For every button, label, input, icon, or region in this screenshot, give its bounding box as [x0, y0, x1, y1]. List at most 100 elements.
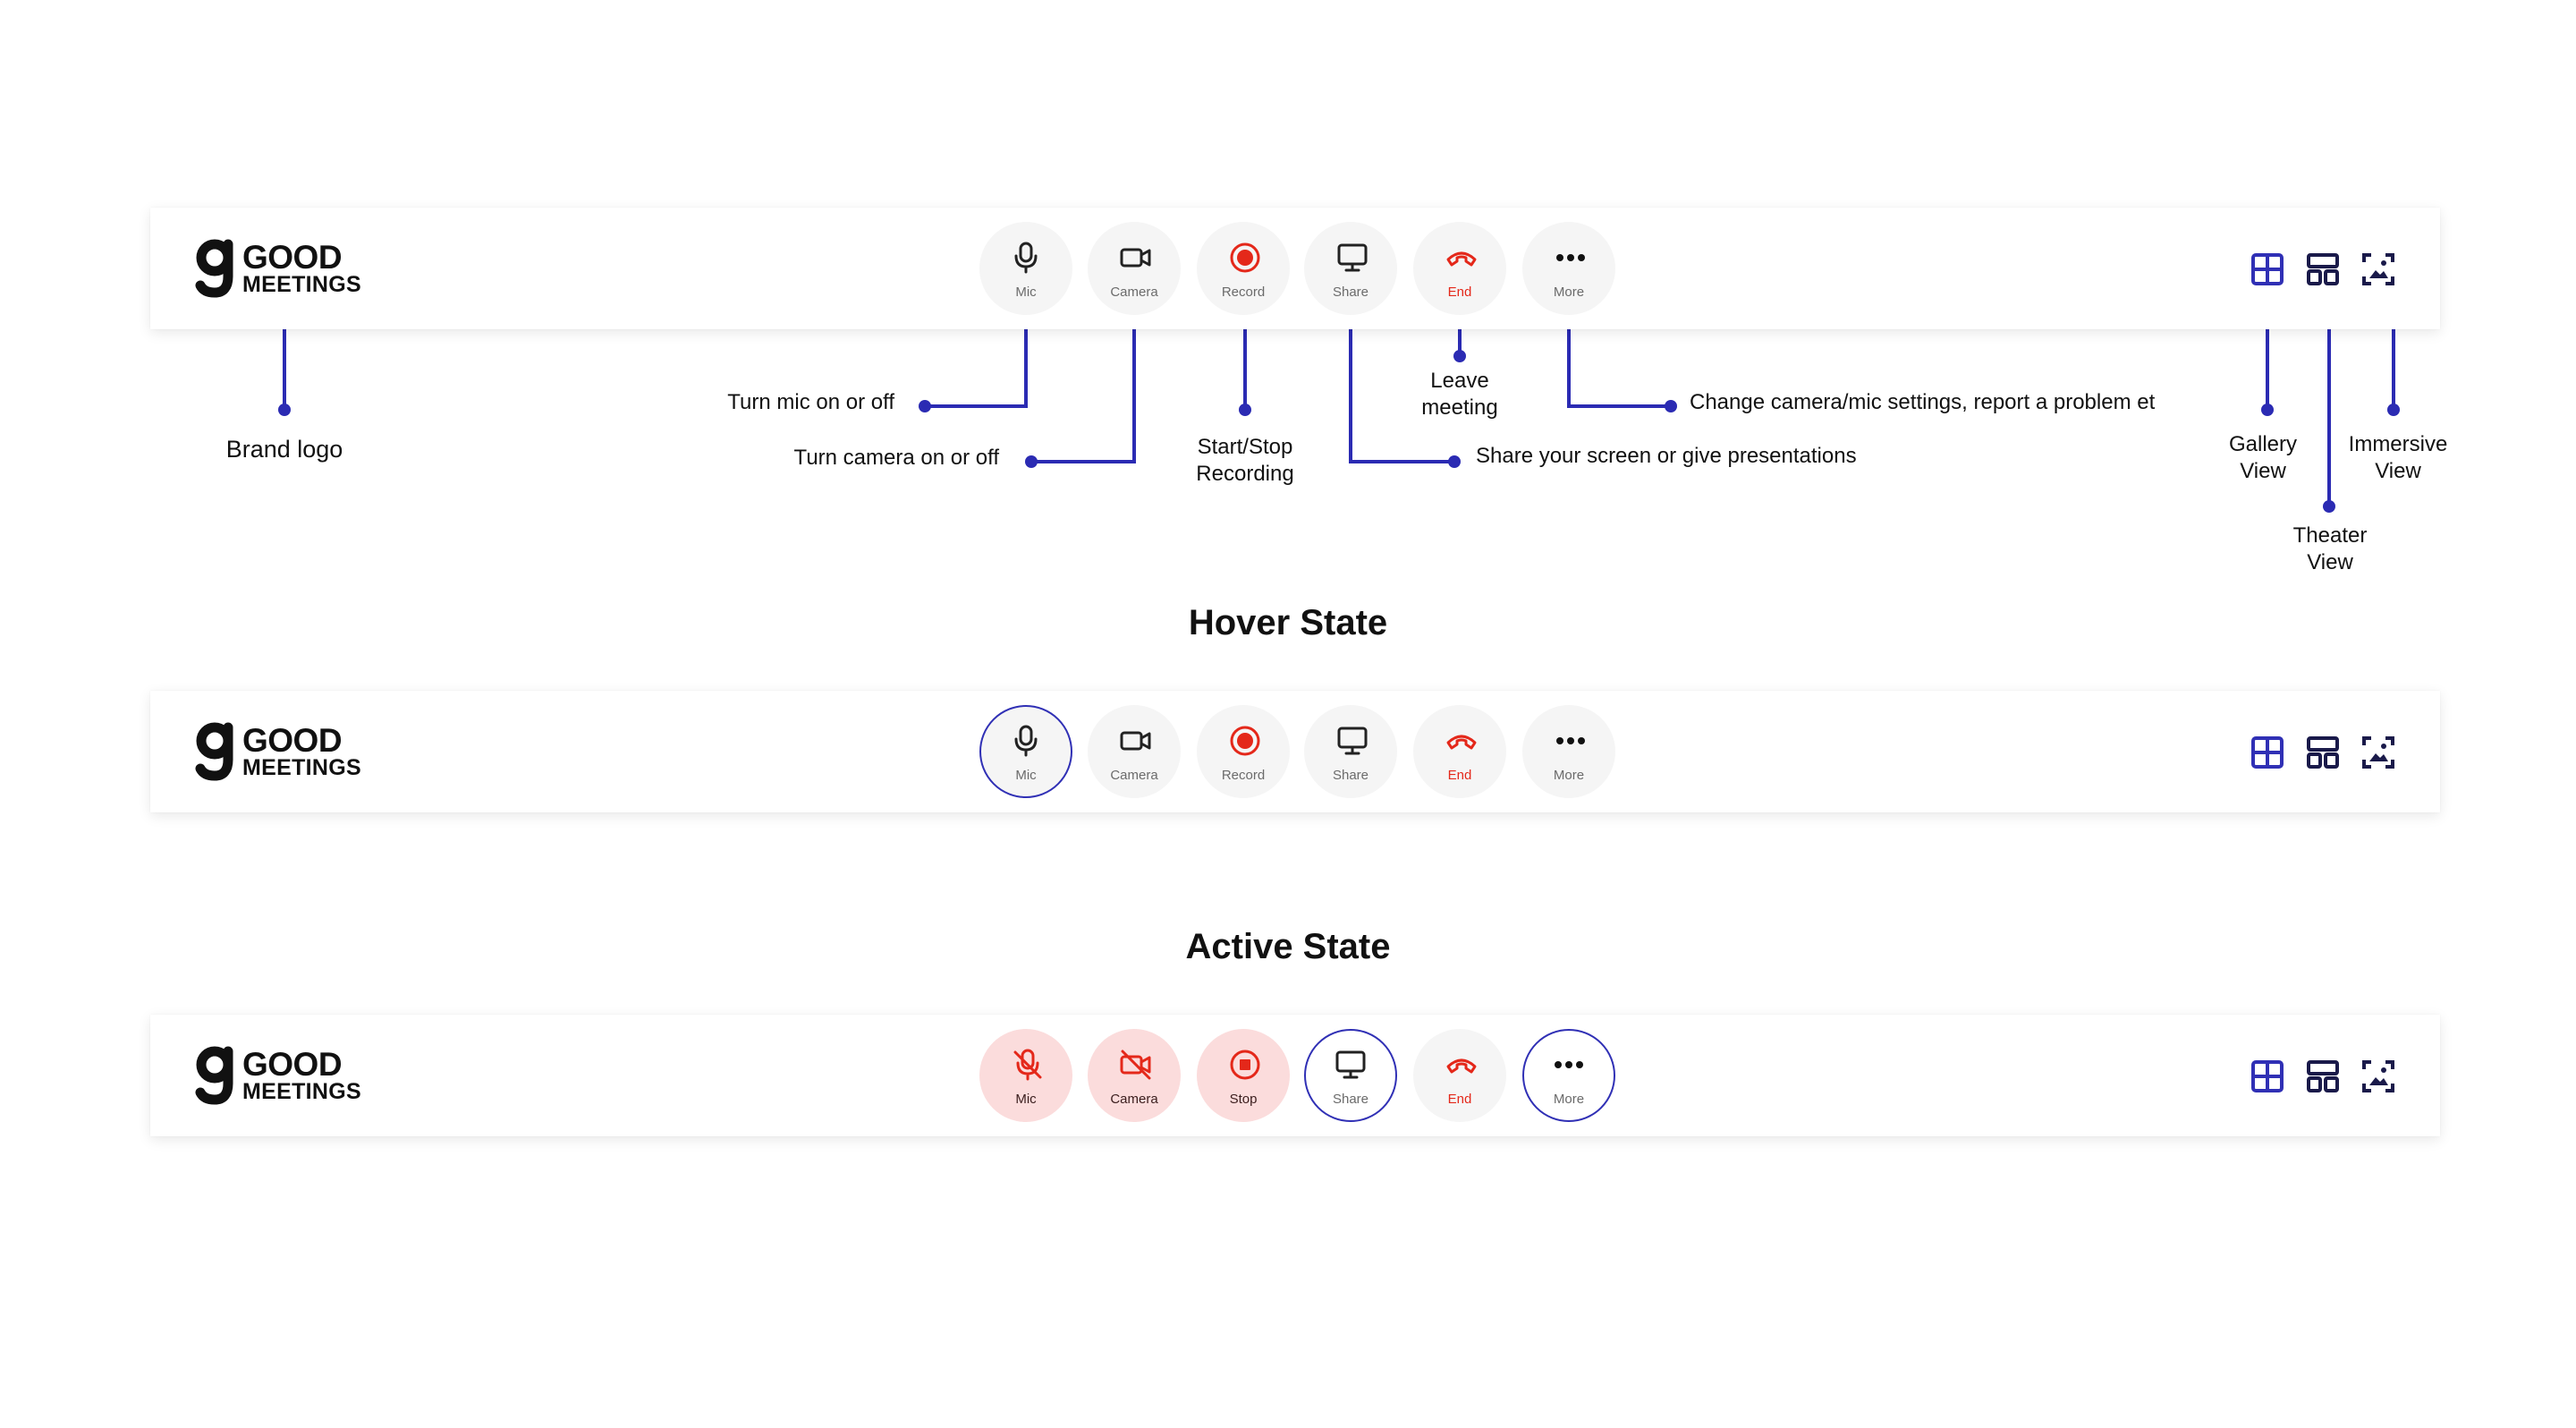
end-call-button[interactable]: End — [1413, 1029, 1506, 1122]
mic-button-label: Mic — [1015, 285, 1037, 300]
brand-logo-mark-icon — [195, 239, 233, 298]
immersive-view-icon[interactable] — [2361, 252, 2395, 286]
annotation-end-line1: Leave — [1430, 369, 1489, 393]
section-heading-active: Active State — [1185, 927, 1391, 966]
camera-button-label: Camera — [1110, 1092, 1158, 1107]
monitor-icon — [1337, 727, 1368, 755]
annotation-end: Leave meeting — [1370, 368, 1549, 421]
mic-button[interactable]: Mic — [979, 705, 1072, 798]
share-button-label: Share — [1332, 285, 1369, 300]
end-button-label: End — [1447, 1092, 1472, 1107]
brand-name-line1: GOOD — [242, 722, 343, 759]
annotation-record-line1: Start/Stop — [1197, 435, 1293, 459]
share-button-label: Share — [1332, 1092, 1369, 1107]
brand-logo: GOOD MEETINGS — [195, 1044, 365, 1105]
brand-name-line2: MEETINGS — [242, 1079, 361, 1104]
more-button-label: More — [1553, 285, 1585, 300]
share-button[interactable]: Share — [1304, 1029, 1397, 1122]
theater-view-icon[interactable] — [2306, 1059, 2340, 1093]
mic-button[interactable]: Mic — [979, 1029, 1072, 1122]
video-camera-icon — [1120, 731, 1151, 751]
more-dots-icon — [1556, 737, 1585, 744]
stop-recording-button[interactable]: Stop — [1197, 1029, 1290, 1122]
video-camera-off-icon — [1120, 1050, 1151, 1080]
camera-button-label: Camera — [1110, 768, 1158, 783]
gallery-view-icon[interactable] — [2250, 1059, 2284, 1093]
brand-name-line1: GOOD — [242, 1046, 343, 1083]
stop-button-label: Stop — [1229, 1092, 1258, 1107]
annotation-record-line2: Recording — [1196, 462, 1294, 486]
annotation-brand-logo: Brand logo — [225, 436, 343, 463]
mic-button-label: Mic — [1015, 768, 1037, 783]
brand-logo-mark-icon — [195, 1046, 233, 1105]
immersive-view-icon[interactable] — [2361, 1059, 2395, 1093]
annotation-theater: Theater View — [2272, 523, 2388, 576]
mic-button[interactable]: Mic — [979, 222, 1072, 315]
immersive-view-icon[interactable] — [2361, 735, 2395, 769]
meeting-toolbar-default: GOOD MEETINGS Mic Camera Record Share En… — [150, 208, 2440, 329]
record-icon — [1230, 726, 1260, 756]
camera-button[interactable]: Camera — [1088, 705, 1181, 798]
camera-button[interactable]: Camera — [1088, 1029, 1181, 1122]
annotation-share: Share your screen or give presentations — [1476, 444, 1857, 468]
brand-logo: GOOD MEETINGS — [195, 237, 365, 298]
hang-up-phone-icon — [1446, 1058, 1477, 1074]
more-dots-icon — [1556, 254, 1585, 261]
record-button[interactable]: Record — [1197, 222, 1290, 315]
record-button-label: Record — [1221, 768, 1266, 783]
annotation-immersive-line2: View — [2375, 459, 2421, 483]
share-button[interactable]: Share — [1304, 222, 1397, 315]
annotation-theater-line2: View — [2307, 550, 2353, 574]
microphone-off-icon — [1013, 1049, 1042, 1081]
stop-icon — [1230, 1050, 1260, 1080]
end-button-label: End — [1447, 285, 1472, 300]
share-button-label: Share — [1332, 768, 1369, 783]
camera-button-label: Camera — [1110, 285, 1158, 300]
theater-view-icon[interactable] — [2306, 252, 2340, 286]
record-button-label: Record — [1221, 285, 1266, 300]
hang-up-phone-icon — [1446, 735, 1477, 750]
microphone-icon — [1014, 242, 1038, 274]
record-icon — [1230, 242, 1260, 273]
monitor-icon — [1335, 1050, 1366, 1079]
brand-logo: GOOD MEETINGS — [195, 720, 365, 781]
section-heading-hover: Hover State — [1188, 603, 1388, 642]
annotation-mic: Turn mic on or off — [727, 390, 894, 414]
more-button[interactable]: More — [1522, 222, 1615, 315]
theater-view-icon[interactable] — [2306, 735, 2340, 769]
annotation-more: Change camera/mic settings, report a pro… — [1690, 390, 2156, 414]
annotation-gallery-line2: View — [2240, 459, 2286, 483]
end-button-label: End — [1447, 768, 1472, 783]
share-button[interactable]: Share — [1304, 705, 1397, 798]
annotation-gallery-line1: Gallery — [2228, 432, 2298, 456]
meeting-toolbar-hover: GOOD MEETINGS Mic Camera Record Share En… — [150, 691, 2440, 812]
monitor-icon — [1337, 243, 1368, 272]
annotation-record: Start/Stop Recording — [1156, 434, 1335, 488]
brand-logo-mark-icon — [195, 722, 233, 781]
end-call-button[interactable]: End — [1413, 222, 1506, 315]
annotation-immersive-line1: Immersive — [2348, 432, 2448, 456]
more-button-label: More — [1553, 768, 1585, 783]
annotation-theater-line1: Theater — [2292, 523, 2368, 548]
meeting-toolbar-active: GOOD MEETINGS Mic Camera Stop Share End … — [150, 1015, 2440, 1136]
annotation-end-line2: meeting — [1421, 395, 1498, 420]
annotation-immersive: Immersive View — [2331, 431, 2465, 485]
more-button-label: More — [1553, 1092, 1585, 1107]
brand-name-line2: MEETINGS — [242, 272, 361, 297]
gallery-view-icon[interactable] — [2250, 735, 2284, 769]
video-camera-icon — [1120, 248, 1151, 268]
annotation-gallery: Gallery View — [2209, 431, 2317, 485]
brand-name-line2: MEETINGS — [242, 755, 361, 780]
more-button[interactable]: More — [1522, 1029, 1615, 1122]
more-dots-icon — [1555, 1061, 1583, 1068]
microphone-icon — [1014, 725, 1038, 757]
more-button[interactable]: More — [1522, 705, 1615, 798]
annotation-camera: Turn camera on or off — [793, 446, 999, 470]
brand-name-line1: GOOD — [242, 239, 343, 276]
gallery-view-icon[interactable] — [2250, 252, 2284, 286]
record-button[interactable]: Record — [1197, 705, 1290, 798]
hang-up-phone-icon — [1446, 251, 1477, 267]
mic-button-label: Mic — [1015, 1092, 1037, 1107]
camera-button[interactable]: Camera — [1088, 222, 1181, 315]
end-call-button[interactable]: End — [1413, 705, 1506, 798]
